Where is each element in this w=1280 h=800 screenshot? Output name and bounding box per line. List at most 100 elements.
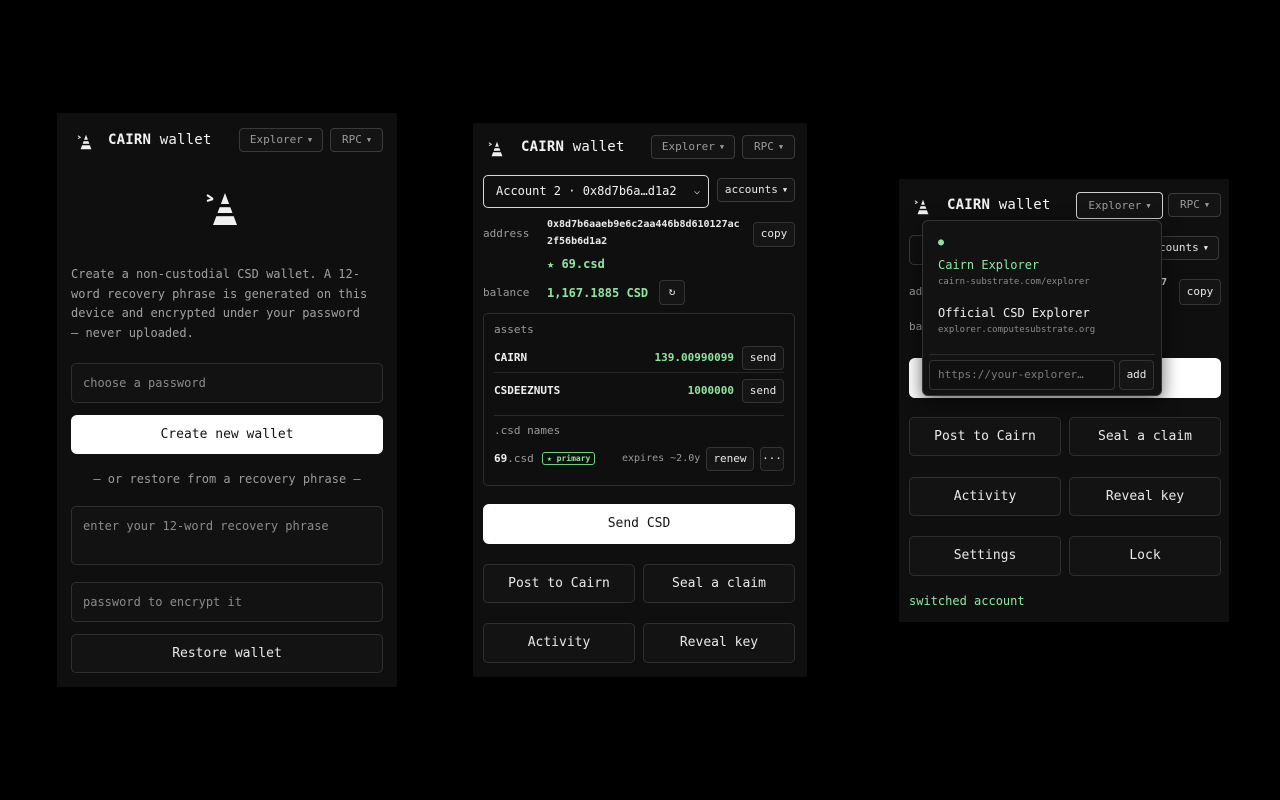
- caret-down-icon: ▼: [778, 143, 784, 151]
- balance-value: 1,167.1885 CSD: [547, 286, 649, 300]
- explorer-url: cairn-substrate.com/explorer: [938, 277, 1090, 287]
- assets-card: assets CAIRN 139.00990099 send CSDEEZNUT…: [483, 313, 795, 486]
- cairn-logo-icon: [488, 140, 506, 158]
- explorer-label: Explorer: [661, 140, 715, 153]
- balance-label: balance: [483, 286, 530, 299]
- copy-address-button[interactable]: copy: [753, 222, 795, 247]
- create-wallet-button[interactable]: Create new wallet: [71, 415, 383, 454]
- address-label: address: [483, 227, 530, 240]
- caret-down-icon: ▼: [366, 136, 372, 144]
- caret-down-icon: ▼: [1203, 244, 1208, 252]
- assets-label: assets: [494, 323, 534, 336]
- post-to-cairn-button[interactable]: Post to Cairn: [909, 417, 1061, 456]
- explorer-dropdown[interactable]: Explorer ▼: [1076, 192, 1163, 219]
- accounts-label: accounts: [724, 183, 778, 196]
- brand-name-bold: CAIRN: [108, 132, 152, 148]
- password-placeholder: choose a password: [83, 376, 206, 390]
- caret-down-icon: ▼: [1204, 201, 1210, 209]
- asset-name: CAIRN: [494, 351, 528, 364]
- custom-explorer-placeholder: https://your-explorer…: [938, 368, 1084, 381]
- rpc-label: RPC: [753, 140, 774, 153]
- rpc-dropdown[interactable]: RPC ▼: [330, 128, 383, 152]
- add-explorer-button[interactable]: add: [1119, 360, 1154, 390]
- send-csd-button[interactable]: Send CSD: [483, 504, 795, 544]
- rpc-label: RPC: [1179, 198, 1200, 211]
- panel-header: CAIRN wallet Explorer ▼ RPC ▼: [473, 134, 807, 164]
- encrypt-password-input[interactable]: password to encrypt it: [71, 582, 383, 622]
- csd-tld: .csd: [507, 452, 534, 465]
- explorer-name: Official CSD Explorer: [938, 306, 1090, 320]
- csd-name-label: 69: [494, 452, 508, 465]
- wallet-panel-explorer-open: CAIRN wallet Explorer ▼ RPC ▼ counts ▼ ad 7…: [899, 179, 1229, 622]
- encrypt-password-placeholder: password to encrypt it: [83, 595, 242, 609]
- password-input[interactable]: choose a password: [71, 363, 383, 403]
- asset-row: CSDEEZNUTS 1000000 send: [494, 379, 784, 406]
- restore-divider: — or restore from a recovery phrase —: [93, 472, 361, 486]
- brand-name-rest: wallet: [159, 132, 212, 148]
- explorer-option[interactable]: Official CSD Explorer explorer.computesu…: [923, 303, 1161, 349]
- asset-amount: 1000000: [687, 384, 734, 397]
- rpc-dropdown[interactable]: RPC ▼: [1168, 193, 1221, 217]
- recovery-phrase-input[interactable]: enter your 12-word recovery phrase: [71, 506, 383, 565]
- panel-header: CAIRN wallet Explorer ▼ RPC ▼: [899, 192, 1229, 222]
- brand-name-bold: CAIRN: [521, 139, 565, 155]
- refresh-balance-button[interactable]: ↻: [659, 280, 685, 305]
- account-select[interactable]: Account 2 · 0x8d7b6a…d1a2 ⌵: [483, 175, 709, 208]
- more-options-button[interactable]: ···: [760, 447, 784, 471]
- cairn-hero-logo-icon: [205, 189, 245, 229]
- explorer-menu: ● Cairn Explorer cairn-substrate.com/exp…: [922, 220, 1162, 396]
- renew-button[interactable]: renew: [706, 447, 754, 471]
- explorer-label: Explorer: [1088, 199, 1142, 212]
- panel-header: CAIRN wallet Explorer ▼ RPC ▼: [57, 127, 397, 157]
- cairn-logo-icon: [914, 198, 932, 216]
- send-asset-button[interactable]: send: [742, 346, 784, 370]
- post-to-cairn-button[interactable]: Post to Cairn: [483, 564, 635, 603]
- copy-address-button[interactable]: copy: [1179, 279, 1221, 305]
- create-wallet-panel: CAIRN wallet Explorer ▼ RPC ▼ Create a non…: [57, 113, 397, 687]
- chevron-down-icon: ⌵: [693, 186, 700, 197]
- caret-down-icon: ▼: [307, 136, 313, 144]
- refresh-icon: ↻: [668, 285, 676, 298]
- intro-text: Create a non-custodial CSD wallet. A 12-…: [71, 267, 368, 340]
- cairn-logo-icon: [77, 133, 95, 151]
- rpc-label: RPC: [341, 133, 362, 146]
- more-icon: ···: [762, 452, 782, 465]
- explorer-dropdown[interactable]: Explorer ▼: [651, 135, 735, 159]
- lock-button[interactable]: Lock: [1069, 536, 1221, 576]
- settings-button[interactable]: Settings: [909, 536, 1061, 576]
- asset-name: CSDEEZNUTS: [494, 384, 561, 397]
- primary-name: ★ 69.csd: [547, 257, 605, 271]
- explorer-url: explorer.computesubstrate.org: [938, 325, 1096, 335]
- seal-claim-button[interactable]: Seal a claim: [1069, 417, 1221, 456]
- brand-title: CAIRN wallet: [521, 139, 625, 155]
- divider: [929, 354, 1155, 355]
- accounts-dropdown[interactable]: accounts ▼: [717, 178, 795, 202]
- brand-name-rest: wallet: [572, 139, 625, 155]
- seal-claim-button[interactable]: Seal a claim: [643, 564, 795, 603]
- brand-name-rest: wallet: [998, 197, 1051, 213]
- custom-explorer-input[interactable]: https://your-explorer…: [929, 360, 1115, 390]
- brand-name-bold: CAIRN: [947, 197, 991, 213]
- brand-title: CAIRN wallet: [108, 132, 212, 148]
- restore-wallet-button[interactable]: Restore wallet: [71, 634, 383, 673]
- explorer-label: Explorer: [249, 133, 303, 146]
- address-value-line2: 2f56b6d1a2: [547, 236, 608, 247]
- asset-amount: 139.00990099: [654, 351, 734, 364]
- caret-down-icon: ▼: [719, 143, 725, 151]
- explorer-option[interactable]: ● Cairn Explorer cairn-substrate.com/exp…: [923, 227, 1161, 291]
- balance-label: ba: [909, 320, 923, 333]
- explorer-dropdown[interactable]: Explorer ▼: [239, 128, 323, 152]
- activity-button[interactable]: Activity: [483, 623, 635, 663]
- activity-button[interactable]: Activity: [909, 477, 1061, 516]
- wallet-panel: CAIRN wallet Explorer ▼ RPC ▼ Account 2 · …: [473, 123, 807, 677]
- brand-title: CAIRN wallet: [947, 197, 1051, 213]
- reveal-key-button[interactable]: Reveal key: [643, 623, 795, 663]
- reveal-key-button[interactable]: Reveal key: [1069, 477, 1221, 516]
- expires-text: expires ~2.0y: [622, 453, 701, 464]
- send-asset-button[interactable]: send: [742, 379, 784, 403]
- active-dot-icon: ●: [938, 237, 945, 248]
- caret-down-icon: ▼: [782, 186, 788, 194]
- primary-badge: ★ primary: [542, 452, 596, 465]
- rpc-dropdown[interactable]: RPC ▼: [742, 135, 795, 159]
- name-row: 69.csd ★ primary expires ~2.0y renew ···: [494, 446, 784, 472]
